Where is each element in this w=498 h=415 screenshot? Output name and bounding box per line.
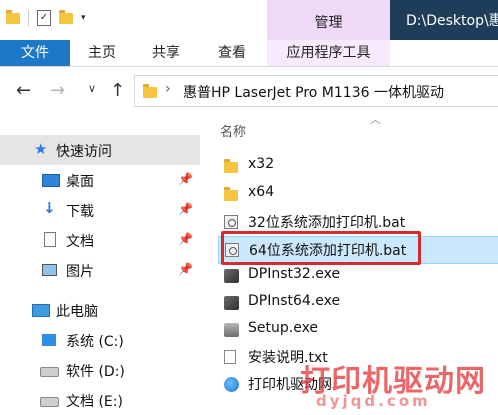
- file-name: Setup.exe: [248, 320, 319, 336]
- installer-icon: [224, 269, 239, 283]
- ribbon-tabs: 文件 主页 共享 查看 应用程序工具: [0, 40, 498, 67]
- nav-item-pictures[interactable]: 图片 📌: [0, 255, 200, 285]
- text-file-icon: [224, 350, 236, 364]
- list-item-selected[interactable]: 64位系统添加打印机.bat: [218, 236, 498, 264]
- folder-icon: [224, 159, 238, 173]
- list-item[interactable]: DPInst32.exe: [218, 263, 498, 289]
- nav-item-desktop[interactable]: 桌面 📌: [0, 165, 200, 195]
- address-bar[interactable]: › 惠普HP LaserJet Pro M1136 一体机驱动: [134, 75, 498, 107]
- tab-home[interactable]: 主页: [70, 40, 134, 66]
- address-folder-icon: [143, 84, 157, 98]
- toolbar-divider: [28, 10, 29, 26]
- setup-icon: [224, 323, 239, 337]
- nav-item-label: 系统 (C:): [66, 334, 124, 350]
- window-title-text: D:\Desktop\惠: [406, 13, 498, 29]
- list-item[interactable]: 32位系统添加打印机.bat: [218, 209, 498, 235]
- tab-file[interactable]: 文件: [0, 40, 70, 66]
- breadcrumb-current-folder[interactable]: 惠普HP LaserJet Pro M1136 一体机驱动: [183, 82, 444, 102]
- tab-share[interactable]: 共享: [134, 40, 198, 66]
- nav-item-label: 图片: [66, 264, 94, 280]
- file-name: 32位系统添加打印机.bat: [248, 215, 406, 231]
- computer-icon: [32, 304, 50, 317]
- nav-item-drive-e[interactable]: 文档 (E:): [0, 385, 200, 415]
- tab-application-tools[interactable]: 应用程序工具: [267, 40, 390, 66]
- nav-item-label: 软件 (D:): [66, 364, 125, 380]
- manage-label: 管理: [314, 15, 343, 31]
- file-name: x64: [248, 184, 275, 200]
- pin-icon[interactable]: 📌: [178, 262, 193, 276]
- list-item[interactable]: Setup.exe: [218, 317, 498, 343]
- address-row: ← → ∨ ↑ › 惠普HP LaserJet Pro M1136 一体机驱动: [0, 67, 498, 113]
- properties-icon[interactable]: ✓: [37, 10, 51, 26]
- file-name: 64位系统添加打印机.bat: [249, 243, 407, 259]
- manage-context-tab[interactable]: 管理: [267, 0, 390, 40]
- nav-item-this-pc[interactable]: 此电脑: [0, 295, 200, 325]
- desktop-icon: [42, 174, 60, 187]
- nav-item-label: 此电脑: [56, 304, 98, 320]
- installer-icon: [224, 296, 239, 310]
- recent-locations-chevron-icon[interactable]: ∨: [88, 82, 96, 95]
- pictures-icon: [42, 264, 57, 276]
- nav-item-quick-access[interactable]: ★ 快速访问: [0, 135, 200, 165]
- pin-icon[interactable]: 📌: [178, 202, 193, 216]
- back-arrow-icon[interactable]: ←: [16, 80, 31, 101]
- list-item[interactable]: x64: [218, 181, 498, 207]
- nav-item-label: 桌面: [66, 174, 94, 190]
- column-header-name[interactable]: 名称: [220, 121, 246, 140]
- customize-toolbar-chevron-icon[interactable]: ▾: [81, 13, 86, 23]
- list-item[interactable]: x32: [218, 153, 498, 179]
- batch-file-icon: [225, 243, 239, 257]
- star-icon: ★: [34, 140, 48, 158]
- file-name: x32: [248, 156, 275, 172]
- quick-access-toolbar: ✓ ▾: [6, 9, 86, 26]
- drive-icon: [40, 397, 59, 407]
- document-icon: [44, 232, 56, 247]
- new-folder-icon[interactable]: [59, 9, 73, 24]
- folder-icon: [6, 9, 20, 24]
- title-bar: ✓ ▾ 管理 D:\Desktop\惠: [0, 0, 498, 40]
- nav-item-label: 下载: [66, 204, 94, 220]
- folder-icon: [224, 187, 238, 201]
- up-arrow-icon[interactable]: ↑: [110, 80, 125, 101]
- nav-item-label: 文档: [66, 234, 94, 250]
- list-item[interactable]: DPInst64.exe: [218, 290, 498, 316]
- breadcrumb-chevron-icon[interactable]: ›: [165, 81, 171, 97]
- nav-item-documents[interactable]: 文档 📌: [0, 225, 200, 255]
- window-title: D:\Desktop\惠: [390, 0, 498, 40]
- nav-item-downloads[interactable]: ↓ 下载 📌: [0, 195, 200, 225]
- sort-chevron-icon: ︿: [370, 113, 381, 126]
- nav-item-label: 快速访问: [56, 144, 112, 160]
- batch-file-icon: [224, 215, 238, 229]
- file-name: DPInst64.exe: [248, 293, 341, 309]
- pin-icon[interactable]: 📌: [178, 172, 193, 186]
- nav-item-drive-c[interactable]: 系统 (C:): [0, 325, 200, 355]
- file-name: DPInst32.exe: [248, 266, 341, 282]
- download-arrow-icon: ↓: [43, 199, 56, 217]
- navigation-pane: ★ 快速访问 桌面 📌 ↓ 下载 📌 文档 📌 图片 📌 此电脑 系统 (C:)…: [0, 113, 200, 413]
- watermark-domain: dyjqd.com: [316, 392, 431, 410]
- pin-icon[interactable]: 📌: [178, 232, 193, 246]
- nav-item-drive-d[interactable]: 软件 (D:): [0, 355, 200, 385]
- forward-arrow-icon[interactable]: →: [50, 80, 65, 101]
- web-shortcut-icon: [224, 377, 239, 392]
- tab-view[interactable]: 查看: [200, 40, 264, 66]
- windows-drive-icon: [42, 334, 56, 346]
- drive-icon: [40, 367, 59, 377]
- nav-item-label: 文档 (E:): [66, 394, 123, 410]
